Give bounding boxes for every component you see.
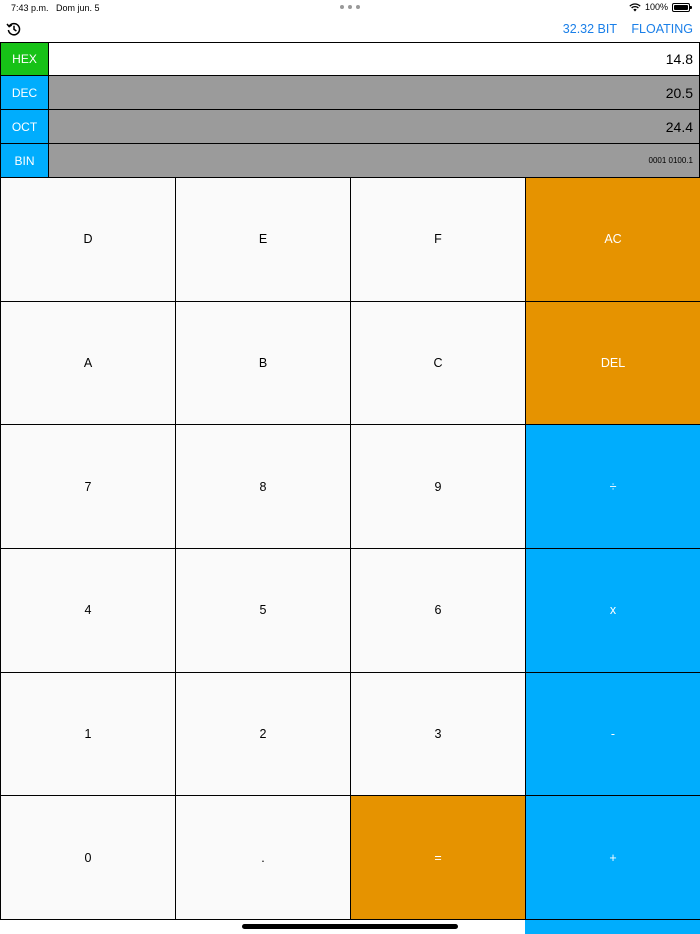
home-indicator[interactable]	[242, 924, 458, 929]
base-label-bin[interactable]: BIN	[0, 144, 49, 177]
status-indicators: 100%	[629, 2, 692, 12]
display-row-dec[interactable]: DEC 20.5	[0, 76, 700, 110]
key-2[interactable]: 2	[176, 672, 351, 797]
base-display: HEX 14.8 DEC 20.5 OCT 24.4 BIN 0001 0100.1	[0, 42, 700, 178]
status-date: Dom jun. 5	[56, 3, 100, 13]
display-row-hex[interactable]: HEX 14.8	[0, 42, 700, 76]
key-1[interactable]: 1	[1, 672, 176, 797]
wifi-icon	[629, 2, 641, 11]
delete-button[interactable]: DEL	[526, 301, 700, 426]
value-bin: 0001 0100.1	[49, 144, 700, 177]
key-3[interactable]: 3	[351, 672, 526, 797]
key-d[interactable]: D	[1, 178, 176, 302]
status-time: 7:43 p.m.	[11, 3, 49, 13]
base-label-dec[interactable]: DEC	[0, 76, 49, 109]
key-4[interactable]: 4	[1, 548, 176, 673]
value-oct: 24.4	[49, 110, 700, 143]
divide-button[interactable]: ÷	[526, 425, 700, 549]
key-c[interactable]: C	[351, 301, 526, 426]
key-8[interactable]: 8	[176, 425, 351, 549]
history-icon[interactable]	[6, 21, 22, 37]
floating-mode-button[interactable]: FLOATING	[631, 22, 693, 36]
multitasking-dots-icon[interactable]	[340, 2, 360, 12]
subtract-button[interactable]: -	[526, 672, 700, 797]
key-5[interactable]: 5	[176, 548, 351, 673]
key-f[interactable]: F	[351, 178, 526, 302]
plus-button-extension	[525, 920, 700, 934]
clear-button[interactable]: AC	[526, 178, 700, 302]
value-hex: 14.8	[49, 43, 700, 75]
key-6[interactable]: 6	[351, 548, 526, 673]
battery-icon	[672, 2, 692, 12]
base-label-oct[interactable]: OCT	[0, 110, 49, 143]
key-e[interactable]: E	[176, 178, 351, 302]
key-b[interactable]: B	[176, 301, 351, 426]
add-button[interactable]: +	[526, 796, 700, 920]
status-bar: 7:43 p.m. Dom jun. 5 100%	[0, 0, 700, 18]
display-row-bin[interactable]: BIN 0001 0100.1	[0, 144, 700, 178]
bit-mode-button[interactable]: 32.32 BIT	[563, 22, 617, 36]
key-7[interactable]: 7	[1, 425, 176, 549]
toolbar: 32.32 BIT FLOATING	[0, 18, 700, 42]
value-dec: 20.5	[49, 76, 700, 109]
battery-percentage: 100%	[644, 2, 668, 12]
keypad: D E F AC A B C DEL 7 8 9 ÷ 4 5 6 x 1 2 3- 0. = +	[0, 178, 700, 920]
key-a[interactable]: A	[1, 301, 176, 426]
calculator-screen: 7:43 p.m. Dom jun. 5 100% 32.32 BIT FLOA…	[0, 0, 700, 934]
key-0[interactable]: 0	[1, 796, 176, 920]
base-label-hex[interactable]: HEX	[0, 43, 49, 75]
display-row-oct[interactable]: OCT 24.4	[0, 110, 700, 144]
decimal-point-button[interactable]: .	[176, 796, 351, 920]
equals-button[interactable]: =	[351, 796, 526, 920]
multiply-button[interactable]: x	[526, 548, 700, 673]
key-9[interactable]: 9	[351, 425, 526, 549]
